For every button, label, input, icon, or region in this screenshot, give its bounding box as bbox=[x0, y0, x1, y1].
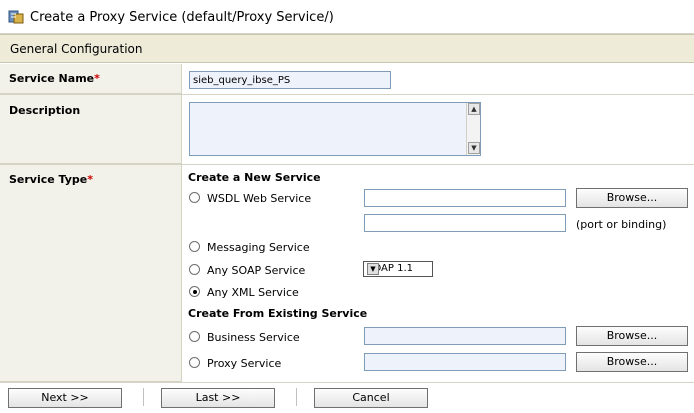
scroll-up-icon[interactable]: ▲ bbox=[468, 103, 480, 115]
section-title: General Configuration bbox=[10, 42, 143, 56]
business-browse-button[interactable]: Browse... bbox=[576, 326, 688, 346]
textarea-scrollbar[interactable]: ▲ ▼ bbox=[466, 103, 480, 155]
required-marker: * bbox=[87, 173, 94, 186]
proxy-service-icon bbox=[8, 10, 24, 24]
row-divider bbox=[0, 382, 694, 383]
business-service-input[interactable] bbox=[364, 327, 566, 345]
description-textarea[interactable]: ▲ ▼ bbox=[189, 102, 481, 156]
messaging-label: Messaging Service bbox=[207, 241, 310, 254]
wsdl-browse-button[interactable]: Browse... bbox=[576, 188, 688, 208]
last-button[interactable]: Last >> bbox=[161, 388, 275, 408]
required-marker: * bbox=[94, 72, 100, 85]
create-new-service-heading: Create a New Service bbox=[188, 171, 321, 184]
soap-version-select[interactable]: SOAP 1.1 ▼ bbox=[363, 261, 433, 277]
service-name-label: Service Name* bbox=[9, 72, 100, 85]
footer-divider bbox=[296, 388, 297, 406]
soap-label: Any SOAP Service bbox=[207, 264, 306, 277]
create-existing-service-heading: Create From Existing Service bbox=[188, 307, 368, 320]
proxy-service-input[interactable] bbox=[364, 353, 566, 371]
row-divider bbox=[0, 164, 694, 165]
wsdl-radio[interactable] bbox=[189, 192, 200, 203]
proxy-label: Proxy Service bbox=[207, 357, 282, 370]
proxy-radio[interactable] bbox=[189, 357, 200, 368]
port-binding-hint: (port or binding) bbox=[576, 218, 667, 231]
next-button[interactable]: Next >> bbox=[8, 388, 122, 408]
xml-label: Any XML Service bbox=[207, 286, 299, 299]
page-title: Create a Proxy Service (default/Proxy Se… bbox=[30, 10, 334, 25]
service-type-label: Service Type* bbox=[9, 173, 94, 186]
messaging-radio[interactable] bbox=[189, 241, 200, 252]
cancel-button[interactable]: Cancel bbox=[314, 388, 428, 408]
wsdl-input[interactable] bbox=[364, 189, 566, 207]
port-binding-input[interactable] bbox=[364, 214, 566, 232]
soap-radio[interactable] bbox=[189, 264, 200, 275]
chevron-down-icon[interactable]: ▼ bbox=[367, 263, 379, 275]
wsdl-label: WSDL Web Service bbox=[207, 192, 312, 205]
window-titlebar: Create a Proxy Service (default/Proxy Se… bbox=[0, 0, 694, 34]
label-cell-service-type bbox=[0, 164, 182, 382]
scroll-down-icon[interactable]: ▼ bbox=[468, 142, 480, 154]
section-header: General Configuration bbox=[0, 34, 694, 63]
service-name-input[interactable] bbox=[189, 71, 391, 89]
description-label: Description bbox=[9, 104, 81, 117]
proxy-browse-button[interactable]: Browse... bbox=[576, 352, 688, 372]
business-label: Business Service bbox=[207, 331, 300, 344]
row-divider bbox=[0, 94, 694, 95]
xml-radio[interactable] bbox=[189, 286, 200, 297]
footer-divider bbox=[143, 388, 144, 406]
business-radio[interactable] bbox=[189, 331, 200, 342]
